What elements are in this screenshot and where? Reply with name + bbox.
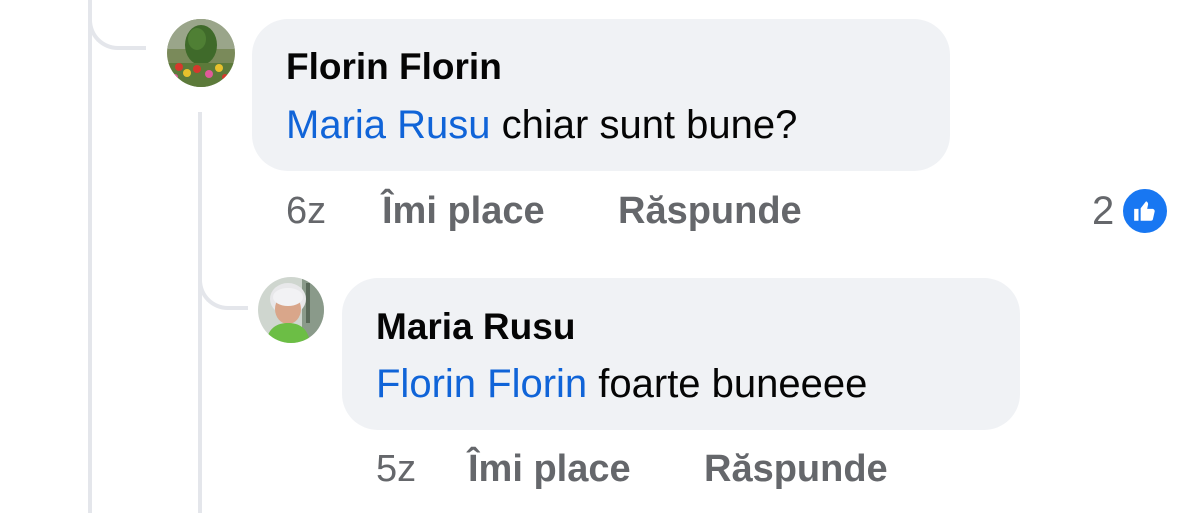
reply-author[interactable]: Maria Rusu <box>376 306 575 348</box>
reply-bubble <box>342 278 1020 430</box>
reply-body: foarte buneeee <box>587 362 868 406</box>
comment-body: chiar sunt bune? <box>490 103 798 147</box>
mention-link[interactable]: Florin Florin <box>376 362 587 406</box>
thumbs-up-icon <box>1134 201 1155 221</box>
reaction-summary[interactable]: 2 <box>1092 186 1171 236</box>
thread-line-outer <box>88 0 92 513</box>
thread-connector-1 <box>88 0 146 50</box>
reaction-count: 2 <box>1092 188 1115 233</box>
mention-link[interactable]: Maria Rusu <box>286 103 491 147</box>
like-button[interactable]: Îmi place <box>468 448 631 491</box>
comment-bubble <box>252 19 950 171</box>
reply-actions: 5z Îmi place Răspunde <box>376 448 976 494</box>
comment-actions: 6z Îmi place Răspunde <box>286 190 886 236</box>
avatar-image <box>167 19 235 87</box>
reply-timestamp[interactable]: 5z <box>376 448 416 491</box>
thread-line-inner <box>198 112 202 513</box>
thread-connector-2 <box>198 252 248 310</box>
comment-timestamp[interactable]: 6z <box>286 190 326 233</box>
avatar-image <box>258 277 324 343</box>
reply-button[interactable]: Răspunde <box>704 448 888 491</box>
like-icon <box>1120 186 1171 236</box>
avatar-maria-rusu[interactable] <box>258 277 324 343</box>
reply-text: Florin Florin foarte buneeee <box>376 362 867 407</box>
comment-author[interactable]: Florin Florin <box>286 46 502 88</box>
like-button[interactable]: Îmi place <box>382 190 545 233</box>
comment-text: Maria Rusu chiar sunt bune? <box>286 103 797 148</box>
reply-button[interactable]: Răspunde <box>618 190 802 233</box>
comment-thread: Florin Florin Maria Rusu chiar sunt bune… <box>0 0 1200 513</box>
avatar-florin-florin[interactable] <box>167 19 235 87</box>
